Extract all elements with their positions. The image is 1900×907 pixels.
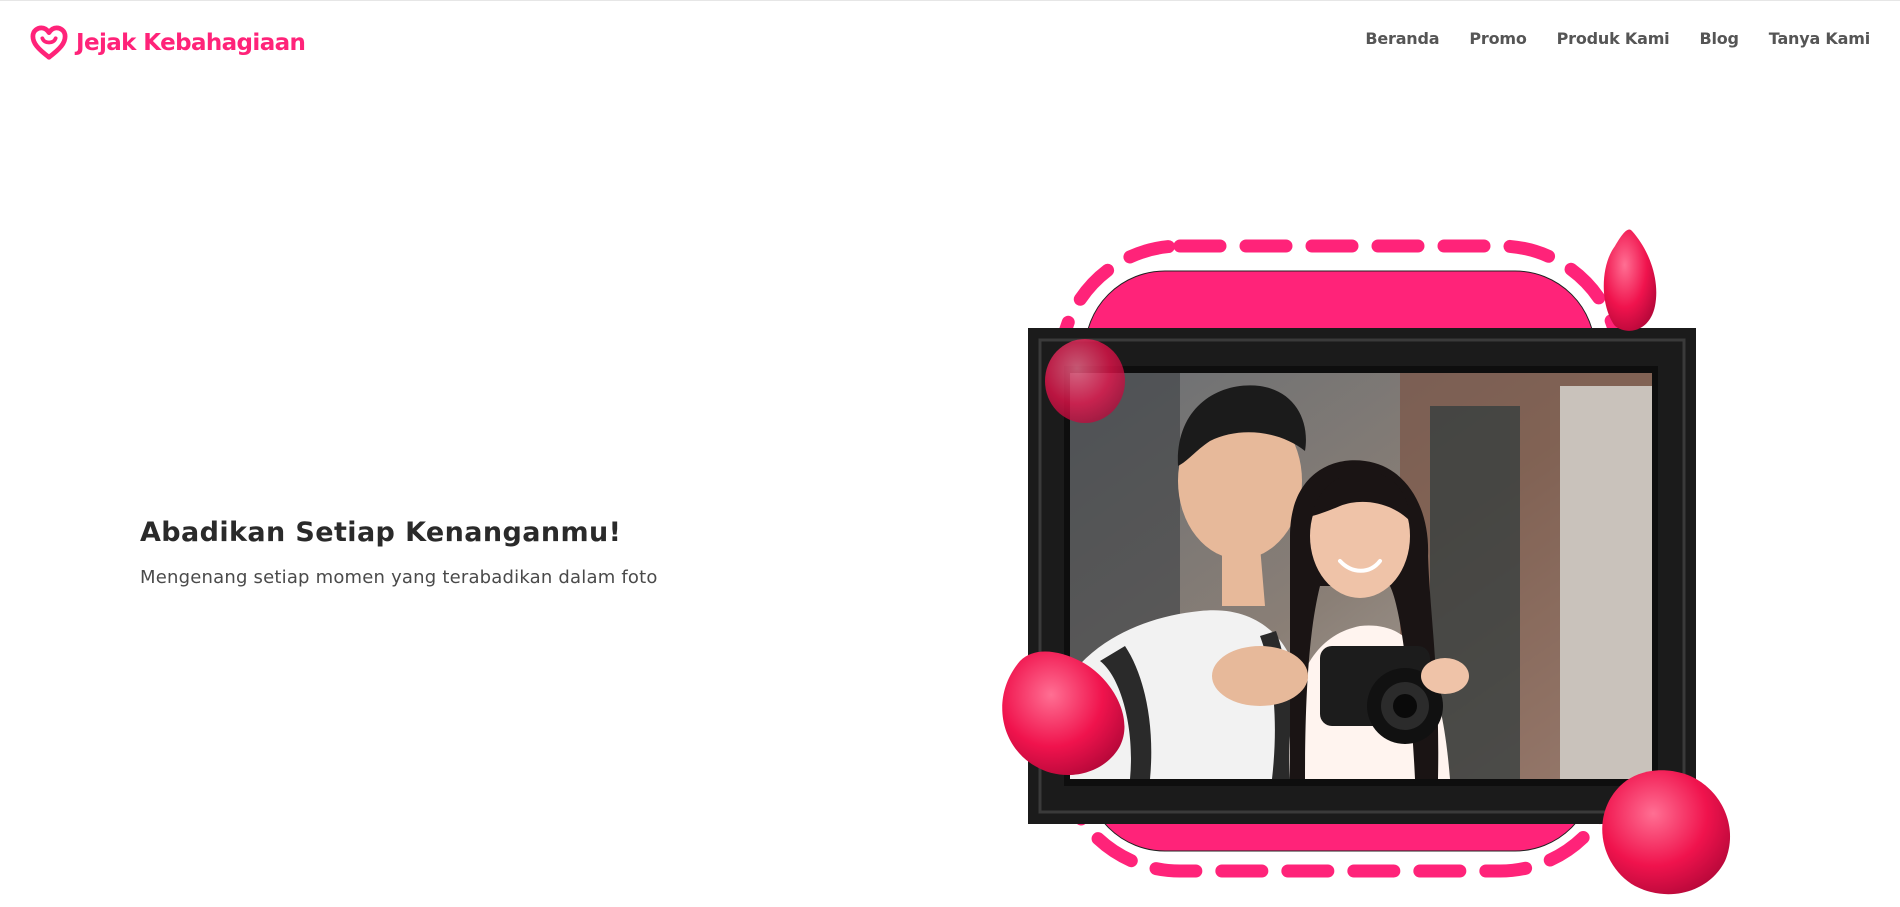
brand-name: Jejak Kebahagiaan (76, 30, 306, 56)
nav-item-blog[interactable]: Blog (1699, 29, 1739, 48)
hero-illustration-svg (1002, 229, 1731, 895)
hero-illustration (960, 206, 1760, 906)
nav-item-tanya-kami[interactable]: Tanya Kami (1769, 29, 1870, 48)
brand-logo-link[interactable]: Jejak Kebahagiaan (30, 25, 306, 61)
rose-petal-top-left (1045, 339, 1125, 423)
rose-petal-top-right (1603, 229, 1657, 331)
nav-item-promo[interactable]: Promo (1469, 29, 1526, 48)
main-nav: Beranda Promo Produk Kami Blog Tanya Kam… (1365, 29, 1870, 48)
landing-page: Jejak Kebahagiaan Beranda Promo Produk K… (0, 0, 1900, 907)
heart-logo-icon (30, 25, 68, 60)
couple-with-camera-photo (1070, 373, 1652, 779)
rose-petal-bottom-right (1602, 770, 1731, 895)
nav-item-produk-kami[interactable]: Produk Kami (1557, 29, 1670, 48)
hero-title: Abadikan Setiap Kenanganmu! (140, 517, 622, 548)
hero-subtitle: Mengenang setiap momen yang terabadikan … (140, 567, 658, 588)
nav-item-beranda[interactable]: Beranda (1365, 29, 1439, 48)
